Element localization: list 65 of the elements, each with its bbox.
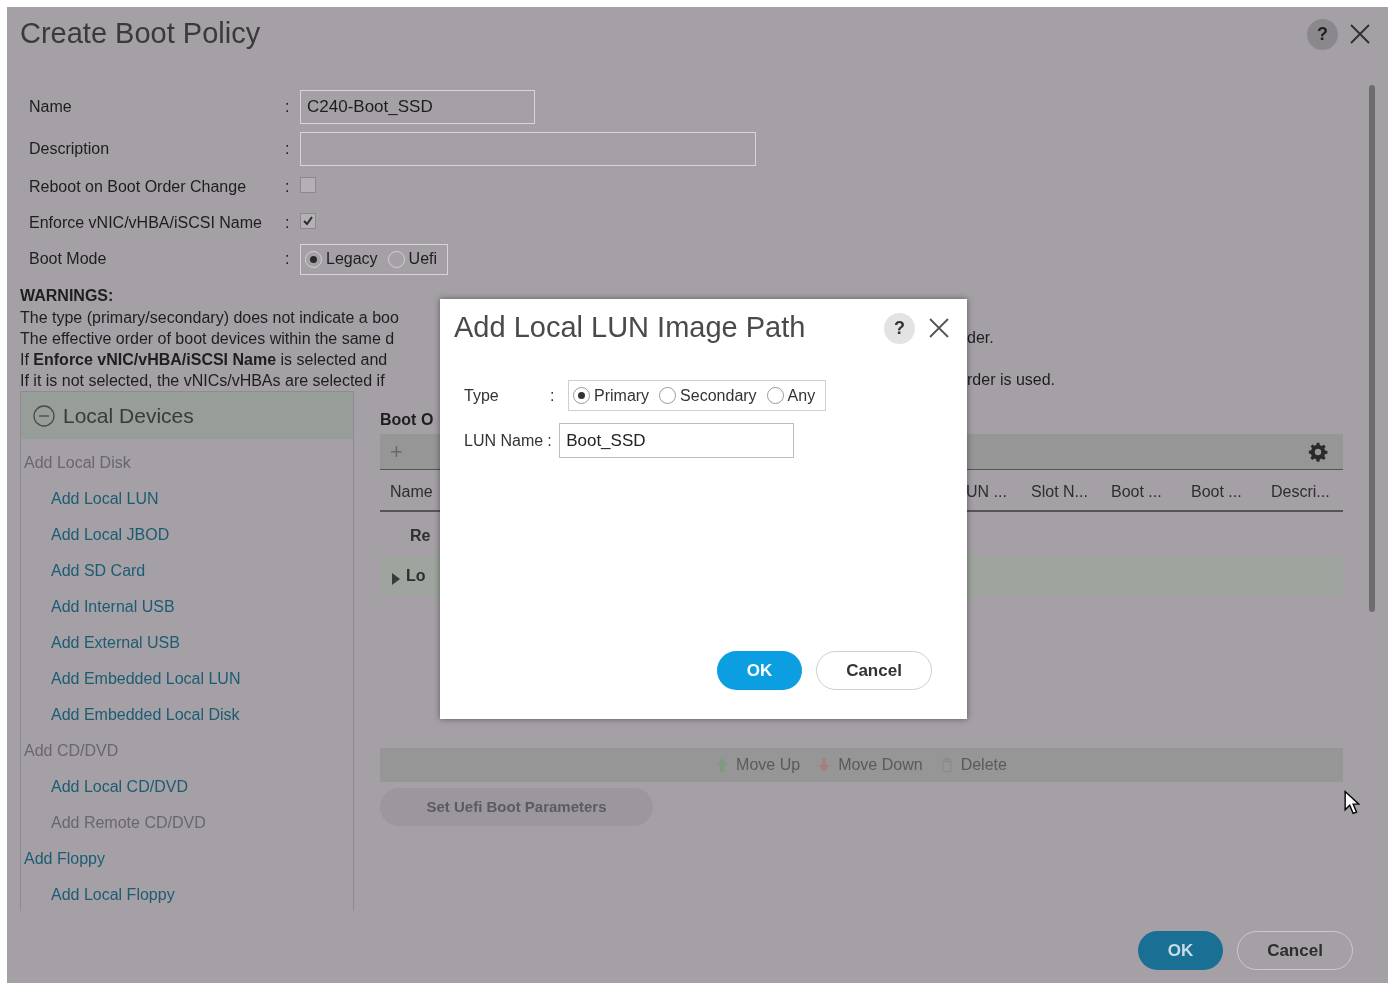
section-title: Boot O <box>380 411 434 428</box>
colon-separator: : <box>285 177 291 197</box>
arrow-up-icon <box>716 758 729 772</box>
scrollbar[interactable] <box>1369 85 1375 612</box>
checkbox[interactable] <box>300 213 316 229</box>
dialog-title: Create Boot Policy <box>20 16 262 52</box>
column-header[interactable]: Boot ... <box>1191 480 1242 504</box>
menu-item[interactable]: Add Floppy <box>21 847 353 883</box>
field-label: LUN Name <box>464 430 544 451</box>
cursor-icon <box>1344 790 1360 816</box>
column-header[interactable]: Slot N... <box>1031 480 1088 504</box>
warning-text: The type (primary/secondary) does not indicate a boo <box>20 309 399 326</box>
field-label: Enforce vNIC/vHBA/iSCSI Name <box>29 213 263 233</box>
field-label: Reboot on Boot Order Change <box>29 177 248 197</box>
radio-button[interactable] <box>766 387 784 404</box>
close-icon[interactable] <box>927 316 951 340</box>
radio-label: Secondary <box>680 385 757 406</box>
collapse-icon[interactable] <box>33 404 55 427</box>
cancel-button[interactable]: Cancel <box>816 651 932 690</box>
cancel-button[interactable]: Cancel <box>1237 931 1353 970</box>
field-label: Description <box>29 139 111 159</box>
warning-text: The effective order of boot devices within the same d <box>20 330 395 347</box>
column-header[interactable]: Descri... <box>1271 480 1330 504</box>
colon-separator: : <box>285 249 291 269</box>
ok-button[interactable]: OK <box>1138 931 1223 970</box>
help-button[interactable]: ? <box>1307 18 1338 50</box>
warning-text: rder is used. <box>967 370 1056 390</box>
column-header[interactable]: Boot ... <box>1111 480 1162 504</box>
field-label: Boot Mode <box>29 249 108 269</box>
colon-separator: : <box>547 430 553 451</box>
field-label: Name <box>29 97 73 117</box>
modal-title: Add Local LUN Image Path <box>454 310 807 346</box>
radio-label: Legacy <box>326 249 378 269</box>
colon-separator: : <box>285 97 291 117</box>
colon-separator: : <box>285 139 291 159</box>
row-label: Lo <box>406 566 426 586</box>
field-label: Type <box>464 385 500 406</box>
row-label: Re <box>410 526 431 546</box>
warning-text: der. <box>967 328 994 348</box>
help-button[interactable]: ? <box>884 312 915 344</box>
warning-text: If Enforce vNIC/vHBA/iSCSI Name is selected and <box>20 351 388 368</box>
ok-button[interactable]: OK <box>717 651 802 690</box>
add-button[interactable]: + <box>390 435 403 468</box>
text-field[interactable]: Boot_SSD <box>559 423 795 458</box>
checkbox[interactable] <box>300 177 316 193</box>
column-header[interactable]: UN ... <box>966 480 1007 504</box>
expand-arrow-icon[interactable] <box>392 573 400 585</box>
radio-label: Any <box>787 385 816 406</box>
column-header[interactable]: Name <box>390 480 433 504</box>
warnings-heading: WARNINGS: <box>20 286 115 306</box>
text-field[interactable]: C240-Boot_SSD <box>300 90 535 124</box>
warning-text: If it is not selected, the vNICs/vHBAs are selected if <box>20 372 385 389</box>
colon-separator: : <box>285 213 291 233</box>
radio-label: Uefi <box>408 249 438 269</box>
settings-icon[interactable] <box>1307 440 1329 463</box>
radio-label: Primary <box>594 385 650 406</box>
radio-button[interactable] <box>387 250 405 268</box>
panel-header[interactable]: Local Devices <box>21 392 353 439</box>
radio-button[interactable] <box>659 387 677 404</box>
menu-item[interactable]: Add Local Floppy <box>21 883 353 919</box>
close-icon[interactable] <box>1348 22 1372 46</box>
radio-button[interactable] <box>305 250 322 268</box>
colon-separator: : <box>550 385 556 406</box>
text-field[interactable] <box>300 132 756 166</box>
radio-button[interactable] <box>573 387 590 404</box>
